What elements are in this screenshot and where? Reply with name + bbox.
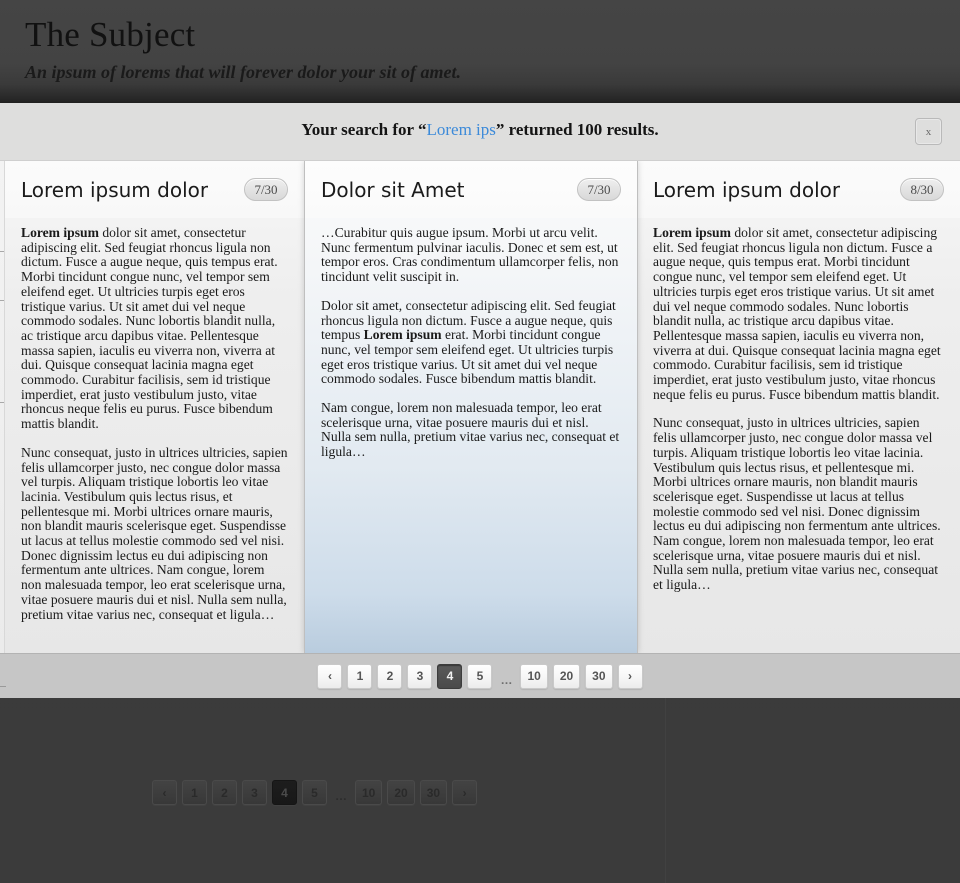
result-card[interactable]: Lorem ipsum dolor 8/30 Lorem ipsum dolor… — [637, 161, 960, 653]
result-card-paragraph-text: dolor sit amet, consectetur adipiscing e… — [21, 225, 278, 432]
background-page-2[interactable]: 2 — [212, 780, 237, 805]
page-tagline: An ipsum of lorems that will forever dol… — [25, 62, 462, 82]
result-card-title: Lorem ipsum dolor — [21, 177, 209, 202]
result-card-title: Dolor sit Amet — [321, 177, 465, 202]
background-page-20[interactable]: 20 — [387, 780, 415, 805]
page-ellipsis: … — [500, 672, 513, 687]
page-30-button[interactable]: 30 — [585, 663, 613, 689]
result-card-header: Dolor sit Amet 7/30 — [305, 161, 637, 218]
result-card[interactable]: Lorem ipsum dolor 7/30 Lorem ipsum dolor… — [5, 161, 305, 653]
results-pagination[interactable]: ‹ 1 2 3 4 5 … 10 20 30 › — [317, 662, 643, 691]
page-1-button[interactable]: 1 — [347, 663, 373, 689]
background-page-prev[interactable]: ‹ — [152, 780, 177, 805]
page-5-button[interactable]: 5 — [467, 663, 493, 689]
result-card-title: Lorem ipsum dolor — [653, 177, 841, 202]
background-page-3[interactable]: 3 — [242, 780, 267, 805]
result-card-featured[interactable]: Dolor sit Amet 7/30 …Curabitur quis augu… — [304, 161, 638, 653]
close-icon[interactable]: x — [915, 118, 942, 145]
result-card-lead-term: Lorem ipsum — [21, 225, 99, 240]
background-page-10[interactable]: 10 — [355, 780, 383, 805]
search-results-overlay: Your search for “Lorem ips” returned 100… — [0, 103, 960, 698]
page-20-button[interactable]: 20 — [552, 663, 581, 689]
result-card-paragraph: Nunc consequat, justo in ultrices ultric… — [21, 444, 288, 622]
footer-scroll-marker — [0, 686, 6, 687]
overlay-footer: ‹ 1 2 3 4 5 … 10 20 30 › — [0, 653, 960, 698]
search-summary-suffix: ” returned 100 results. — [495, 120, 659, 139]
result-card-body: Lorem ipsum dolor sit amet, consectetur … — [5, 218, 304, 622]
page-next-button[interactable]: › — [617, 663, 643, 689]
search-summary-prefix: Your search for “ — [301, 120, 427, 139]
search-summary-bar: Your search for “Lorem ips” returned 100… — [0, 103, 960, 161]
page-current-button[interactable]: 4 — [437, 663, 463, 689]
page-2-button[interactable]: 2 — [377, 663, 403, 689]
card-edge-nub — [0, 300, 4, 301]
background-page-1[interactable]: 1 — [182, 780, 207, 805]
result-card-paragraph: Lorem ipsum dolor sit amet, consectetur … — [21, 225, 288, 432]
page-prev-button[interactable]: ‹ — [317, 663, 343, 689]
search-summary-text: Your search for “Lorem ips” returned 100… — [0, 120, 960, 140]
result-card-paragraph: …Curabitur quis augue ipsum. Morbi ut ar… — [321, 225, 619, 285]
results-carousel: Lorem ipsum dolor 7/30 Lorem ipsum dolor… — [0, 161, 960, 653]
background-page-next[interactable]: › — [452, 780, 478, 805]
result-card-header: Lorem ipsum dolor 7/30 — [5, 161, 304, 218]
result-card-badge: 7/30 — [244, 178, 288, 201]
search-query-term[interactable]: Lorem ips — [426, 120, 495, 139]
result-card-paragraph-text: dolor sit amet, consectetur adipiscing e… — [653, 225, 941, 402]
result-card-badge: 7/30 — [577, 178, 621, 201]
card-edge-nub — [0, 251, 4, 252]
result-card-lead-term: Lorem ipsum — [653, 225, 731, 240]
result-card-header: Lorem ipsum dolor 8/30 — [637, 161, 960, 218]
page-title: The Subject — [25, 15, 196, 54]
result-card-paragraph: Lorem ipsum dolor sit amet, consectetur … — [653, 225, 944, 402]
result-card-match-term: Lorem ipsum — [363, 327, 442, 343]
result-card-badge: 8/30 — [900, 178, 944, 201]
background-page-5[interactable]: 5 — [302, 780, 327, 805]
result-card-paragraph: Dolor sit amet, consectetur adipiscing e… — [321, 298, 621, 387]
site-header: The Subject An ipsum of lorems that will… — [0, 0, 960, 103]
page-3-button[interactable]: 3 — [407, 663, 433, 689]
page-10-button[interactable]: 10 — [520, 663, 548, 689]
card-edge-nub — [0, 402, 4, 403]
background-page-current[interactable]: 4 — [272, 780, 297, 805]
background-pagination[interactable]: ‹ 1 2 3 4 5 … 10 20 30 › — [152, 778, 478, 807]
result-card-body: …Curabitur quis augue ipsum. Morbi ut ar… — [305, 218, 637, 460]
result-card-paragraph: Nunc consequat, justo in ultrices ultric… — [653, 415, 941, 593]
background-page-ellipsis: … — [335, 789, 347, 803]
result-card-paragraph: Nam congue, lorem non malesuada tempor, … — [321, 400, 620, 460]
background-page-30[interactable]: 30 — [419, 780, 448, 805]
result-card-body: Lorem ipsum dolor sit amet, consectetur … — [637, 218, 960, 593]
